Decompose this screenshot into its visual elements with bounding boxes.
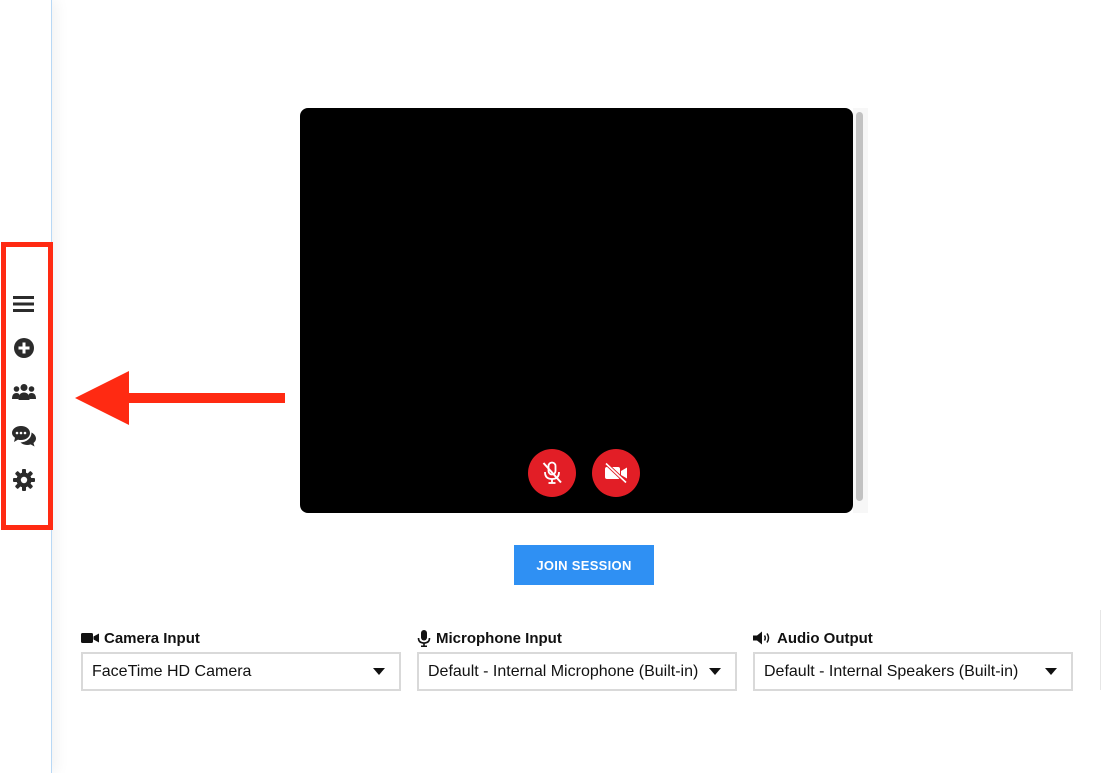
camera-input-label-text: Camera Input [104,629,200,647]
stop-camera-button[interactable] [592,449,640,497]
microphone-input-group: Microphone Input Default - Internal Micr… [417,628,737,691]
video-preview [300,108,853,513]
microphone-input-label-text: Microphone Input [436,629,562,647]
microphone-icon [417,629,431,647]
audio-output-value: Default - Internal Speakers (Built-in) [764,662,1019,680]
camera-input-group: Camera Input FaceTime HD Camera [81,628,401,691]
sidebar [0,0,52,773]
microphone-input-label: Microphone Input [417,628,737,648]
microphone-input-select[interactable]: Default - Internal Microphone (Built-in) [417,652,737,691]
chevron-down-icon [373,668,385,675]
speaker-icon [753,631,770,645]
audio-output-select[interactable]: Default - Internal Speakers (Built-in) [753,652,1073,691]
mute-microphone-button[interactable] [528,449,576,497]
app-page: JOIN SESSION Camera Input FaceTime HD Ca… [0,0,1109,773]
camera-input-select[interactable]: FaceTime HD Camera [81,652,401,691]
video-scrollbar-thumb[interactable] [856,112,863,501]
audio-output-label: Audio Output [753,628,1073,648]
microphone-muted-icon [542,461,562,484]
camera-off-icon [604,462,628,484]
video-preview-container [300,108,868,513]
add-icon[interactable] [12,336,36,360]
audio-output-group: Audio Output Default - Internal Speakers… [753,628,1073,691]
people-icon[interactable] [12,380,36,404]
chevron-down-icon [1045,668,1057,675]
camera-input-label: Camera Input [81,628,401,648]
chat-icon[interactable] [12,424,36,448]
video-scrollbar[interactable] [853,108,868,513]
audio-output-label-text: Audio Output [777,629,873,647]
camera-input-value: FaceTime HD Camera [92,662,252,680]
video-camera-icon [81,633,99,643]
chevron-down-icon [709,668,721,675]
settings-icon[interactable] [12,468,36,492]
arrow-left-icon [75,371,285,425]
join-session-button[interactable]: JOIN SESSION [514,545,654,585]
microphone-input-value: Default - Internal Microphone (Built-in) [428,662,699,680]
right-panel-edge [1100,610,1109,690]
menu-icon[interactable] [12,292,36,316]
